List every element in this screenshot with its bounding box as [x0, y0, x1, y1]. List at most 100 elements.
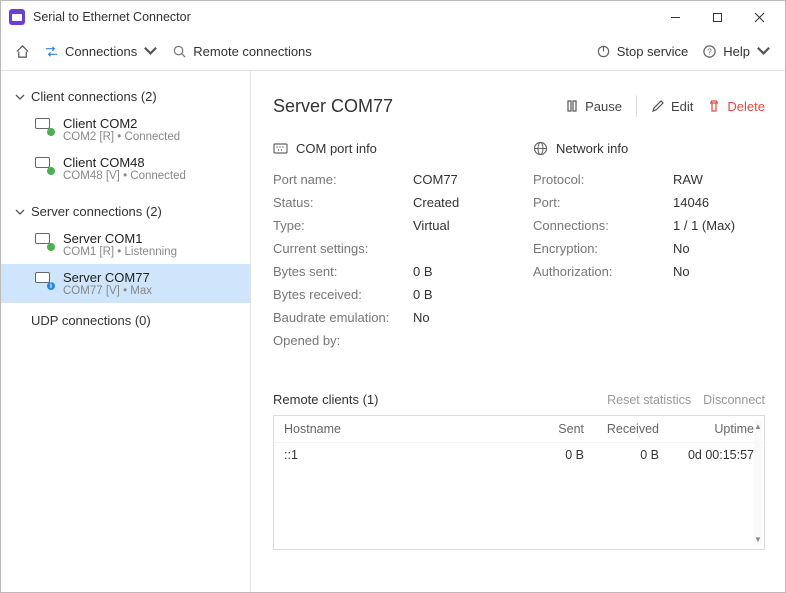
- pause-button[interactable]: Pause: [565, 99, 622, 114]
- pencil-icon: [651, 99, 665, 113]
- info-label: Connections:: [533, 218, 673, 233]
- pause-label: Pause: [585, 99, 622, 114]
- info-label: Bytes received:: [273, 287, 413, 302]
- scroll-up-icon: ▲: [754, 420, 762, 432]
- help-icon: ?: [702, 44, 717, 59]
- col-received[interactable]: Received: [584, 422, 659, 436]
- connection-status: COM2 [R] • Connected: [63, 131, 180, 143]
- col-uptime[interactable]: Uptime: [659, 422, 754, 436]
- app-icon: [9, 9, 25, 25]
- home-icon: [15, 44, 30, 59]
- info-label: Status:: [273, 195, 413, 210]
- cell-uptime: 0d 00:15:57: [659, 448, 754, 462]
- client-connections-header[interactable]: Client connections (2): [1, 83, 250, 110]
- info-value: 0 B: [413, 264, 433, 279]
- com-section-title: COM port info: [296, 141, 377, 156]
- col-hostname[interactable]: Hostname: [284, 422, 509, 436]
- server-connections-header[interactable]: Server connections (2): [1, 198, 250, 225]
- chevron-down-icon: [756, 44, 771, 59]
- help-label: Help: [723, 44, 750, 59]
- info-label: Current settings:: [273, 241, 413, 256]
- cell-hostname: ::1: [284, 448, 509, 462]
- info-row: Current settings:: [273, 237, 505, 260]
- titlebar: Serial to Ethernet Connector: [1, 1, 785, 33]
- toolbar: Connections Remote connections Stop serv…: [1, 33, 785, 71]
- connection-name: Server COM1: [63, 231, 177, 246]
- app-title: Serial to Ethernet Connector: [33, 10, 191, 24]
- info-value: Created: [413, 195, 459, 210]
- scroll-down-icon: ▼: [754, 533, 762, 545]
- connection-icon: [35, 118, 53, 134]
- port-icon: [273, 141, 288, 156]
- server-group-label: Server connections (2): [31, 204, 162, 219]
- info-row: Opened by:: [273, 329, 505, 352]
- disconnect-link[interactable]: Disconnect: [703, 393, 765, 407]
- info-label: Type:: [273, 218, 413, 233]
- info-value: 1 / 1 (Max): [673, 218, 735, 233]
- net-section-title: Network info: [556, 141, 628, 156]
- info-row: Bytes sent:0 B: [273, 260, 505, 283]
- connection-name: Client COM48: [63, 155, 186, 170]
- maximize-button[interactable]: [697, 3, 737, 31]
- stop-service-label: Stop service: [617, 44, 689, 59]
- globe-icon: [533, 141, 548, 156]
- connections-dropdown[interactable]: Connections: [44, 44, 158, 59]
- connection-status: COM1 [R] • Listenning: [63, 246, 177, 258]
- separator: [636, 95, 637, 117]
- connection-icon: [35, 157, 53, 173]
- info-row: Authorization:No: [533, 260, 765, 283]
- remote-connections-label: Remote connections: [193, 44, 312, 59]
- info-row: Type:Virtual: [273, 214, 505, 237]
- info-value: No: [413, 310, 430, 325]
- col-sent[interactable]: Sent: [509, 422, 584, 436]
- info-label: Authorization:: [533, 264, 673, 279]
- udp-label: UDP connections (0): [31, 313, 151, 328]
- remote-clients-table: Hostname Sent Received Uptime ::1 0 B 0 …: [273, 415, 765, 550]
- home-button[interactable]: [15, 44, 30, 59]
- close-button[interactable]: [739, 3, 779, 31]
- info-row: Protocol:RAW: [533, 168, 765, 191]
- minimize-button[interactable]: [655, 3, 695, 31]
- connection-icon: [35, 233, 53, 249]
- sidebar-item-server[interactable]: Server COM1 COM1 [R] • Listenning: [1, 225, 250, 264]
- chevron-down-icon: [15, 207, 25, 217]
- info-label: Bytes sent:: [273, 264, 413, 279]
- scrollbar[interactable]: ▲ ▼: [754, 420, 762, 545]
- info-row: Connections:1 / 1 (Max): [533, 214, 765, 237]
- trash-icon: [707, 99, 721, 113]
- sidebar-item-client[interactable]: Client COM48 COM48 [V] • Connected: [1, 149, 250, 188]
- reset-statistics-link[interactable]: Reset statistics: [607, 393, 691, 407]
- page-title: Server COM77: [273, 96, 393, 117]
- udp-connections-header[interactable]: UDP connections (0): [1, 303, 250, 334]
- info-label: Encryption:: [533, 241, 673, 256]
- stop-service-button[interactable]: Stop service: [596, 44, 689, 59]
- connection-name: Server COM77: [63, 270, 152, 285]
- chevron-down-icon: [143, 44, 158, 59]
- remote-clients-title: Remote clients (1): [273, 392, 378, 407]
- info-label: Port name:: [273, 172, 413, 187]
- cell-sent: 0 B: [509, 448, 584, 462]
- arrows-icon: [44, 44, 59, 59]
- remote-connections-button[interactable]: Remote connections: [172, 44, 312, 59]
- connection-status: COM48 [V] • Connected: [63, 170, 186, 182]
- edit-label: Edit: [671, 99, 693, 114]
- info-value: COM77: [413, 172, 458, 187]
- info-label: Protocol:: [533, 172, 673, 187]
- info-value: 14046: [673, 195, 709, 210]
- chevron-down-icon: [15, 92, 25, 102]
- delete-button[interactable]: Delete: [707, 99, 765, 114]
- help-dropdown[interactable]: ? Help: [702, 44, 771, 59]
- main-panel: Server COM77 Pause Edit Delete: [251, 71, 785, 592]
- connection-status: COM77 [V] • Max: [63, 285, 152, 297]
- table-row[interactable]: ::1 0 B 0 B 0d 00:15:57: [274, 443, 764, 467]
- sidebar-item-client[interactable]: Client COM2 COM2 [R] • Connected: [1, 110, 250, 149]
- info-label: Baudrate emulation:: [273, 310, 413, 325]
- sidebar-item-server[interactable]: i Server COM77 COM77 [V] • Max: [1, 264, 250, 303]
- info-value: Virtual: [413, 218, 450, 233]
- search-icon: [172, 44, 187, 59]
- info-row: Encryption:No: [533, 237, 765, 260]
- edit-button[interactable]: Edit: [651, 99, 693, 114]
- info-row: Port name:COM77: [273, 168, 505, 191]
- network-info: Network info Protocol:RAWPort:14046Conne…: [533, 141, 765, 352]
- client-group-label: Client connections (2): [31, 89, 157, 104]
